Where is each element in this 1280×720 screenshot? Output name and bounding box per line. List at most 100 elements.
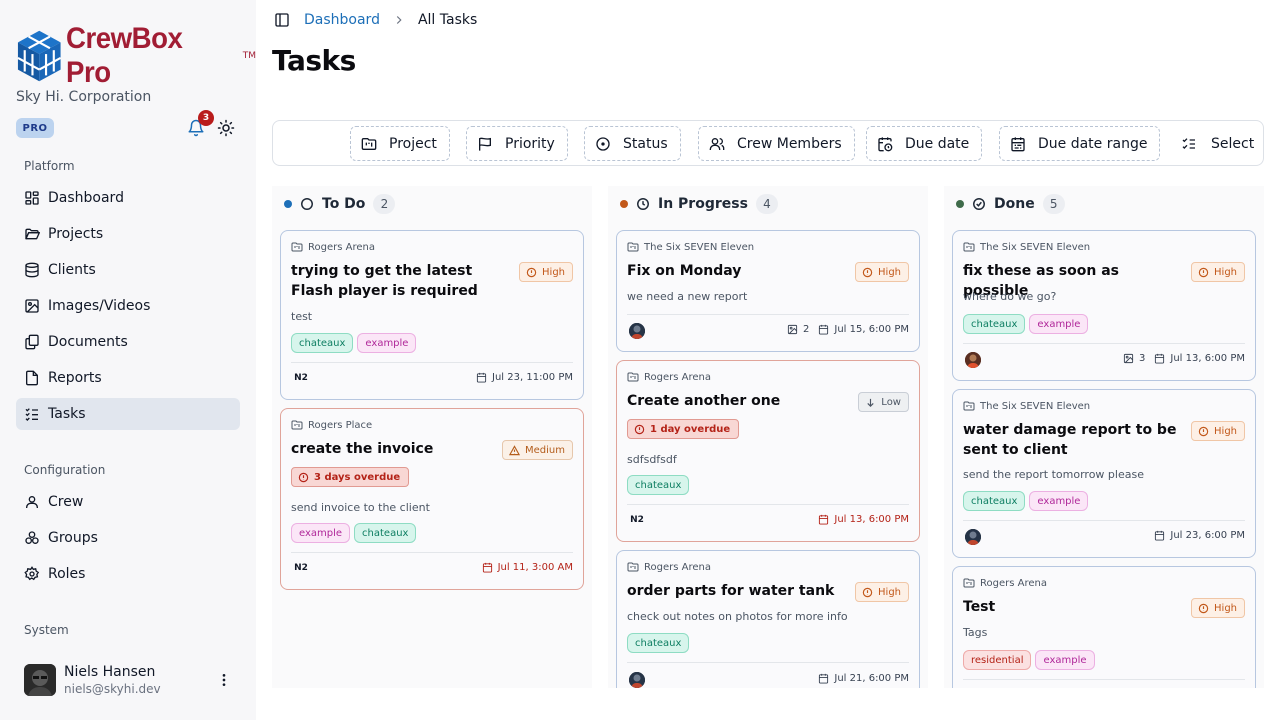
card-description: send the report tomorrow please <box>963 468 1144 481</box>
task-card[interactable]: Rogers Arena Test High Tags residential … <box>952 566 1256 688</box>
folder-kanban-icon <box>291 420 303 430</box>
task-card[interactable]: Rogers Arena Create another one Low 1 da… <box>616 360 920 542</box>
overdue-badge: 1 day overdue <box>627 419 740 439</box>
task-card[interactable]: Rogers Place create the invoice Medium 3… <box>280 408 584 590</box>
filter-project-button[interactable]: Project <box>350 126 450 161</box>
filter-status-button[interactable]: Status <box>584 126 681 161</box>
card-due: Jul 23, 6:00 PM <box>1154 530 1245 541</box>
user-icon <box>26 496 38 508</box>
user-email: niels@skyhi.dev <box>64 682 161 696</box>
calendar-icon <box>1155 353 1165 364</box>
select-toggle-button[interactable]: Select <box>1181 126 1254 161</box>
card-project: The Six SEVEN Eleven <box>627 241 754 253</box>
column-done: Done 5 The Six SEVEN Eleven fix these as… <box>944 186 1264 688</box>
user-profile[interactable]: Niels Hansen niels@skyhi.dev <box>24 664 161 696</box>
column-count: 2 <box>373 194 396 214</box>
priority-badge: High <box>855 582 909 602</box>
card-project: The Six SEVEN Eleven <box>963 400 1090 412</box>
tag-chateaux: chateaux <box>291 333 354 353</box>
card-title: Create another one <box>627 393 781 409</box>
filter-due-range-button[interactable]: Due date range <box>999 126 1161 161</box>
card-tags: example chateaux <box>291 523 420 543</box>
filter-label: Priority <box>505 135 555 152</box>
sidebar-item-documents[interactable]: Documents <box>16 326 240 358</box>
tag-chateaux: chateaux <box>627 633 690 653</box>
sidebar-item-roles[interactable]: Roles <box>16 558 240 590</box>
select-label: Select <box>1211 135 1255 152</box>
card-due: Jul 11, 3:00 AM <box>482 562 573 573</box>
due-date: Jul 13, 6:00 PM <box>834 514 909 525</box>
sidebar-item-dashboard[interactable]: Dashboard <box>16 182 240 214</box>
breadcrumb-dashboard-link[interactable]: Dashboard <box>304 12 380 28</box>
folder-kanban-icon <box>963 578 975 588</box>
card-project: Rogers Arena <box>627 371 711 383</box>
priority-label: High <box>1214 266 1237 278</box>
sidebar-item-label: Crew <box>48 494 84 510</box>
sidebar-item-crew[interactable]: Crew <box>16 486 240 518</box>
breadcrumb: Dashboard All Tasks <box>274 12 477 28</box>
priority-label: High <box>1214 602 1237 614</box>
due-date: Jul 23, 11:00 PM <box>492 372 573 383</box>
assignee-initials: N2 <box>294 373 308 383</box>
sidebar-item-clients[interactable]: Clients <box>16 254 240 286</box>
alert-circle-icon <box>1198 267 1209 277</box>
column-header: Done 5 <box>956 194 1065 214</box>
dashboard-icon <box>25 191 39 205</box>
card-project: The Six SEVEN Eleven <box>963 241 1090 253</box>
sidebar-item-groups[interactable]: Groups <box>16 522 240 554</box>
sidebar-item-images-videos[interactable]: Images/Videos <box>16 290 240 322</box>
priority-badge: Medium <box>502 440 573 460</box>
filter-bar: Project Priority Status Crew Members Due… <box>272 120 1264 166</box>
tag-example: example <box>1029 314 1089 334</box>
card-description: test <box>291 310 313 323</box>
card-description: we need a new report <box>627 290 748 303</box>
filter-priority-button[interactable]: Priority <box>466 126 568 161</box>
gear-icon <box>24 566 40 581</box>
assignee-initials: N2 <box>630 515 644 525</box>
task-card[interactable]: The Six SEVEN Eleven Fix on Monday High … <box>616 230 920 352</box>
sidebar-item-tasks[interactable]: Tasks <box>16 398 240 430</box>
arrow-down-icon <box>867 398 874 407</box>
sidebar-item-projects[interactable]: Projects <box>16 218 240 250</box>
due-date: Jul 21, 6:00 PM <box>834 673 909 684</box>
sidebar-item-label: Images/Videos <box>48 298 151 314</box>
card-description: check out notes on photos for more info <box>627 610 848 623</box>
card-divider <box>963 520 1245 521</box>
more-vertical-icon[interactable] <box>216 672 232 688</box>
filter-crew-button[interactable]: Crew Members <box>698 126 855 161</box>
folder-kanban-icon <box>291 242 303 252</box>
card-project: Rogers Arena <box>627 561 711 573</box>
alert-circle-icon <box>526 267 537 277</box>
assignee-initials: N2 <box>294 563 308 573</box>
users-icon <box>709 137 725 150</box>
task-card[interactable]: Rogers Arena order parts for water tank … <box>616 550 920 688</box>
column-title: To Do <box>322 196 366 212</box>
card-divider <box>627 662 909 663</box>
task-card[interactable]: Rogers Arena trying to get the latest Fl… <box>280 230 584 400</box>
theme-toggle-sun-icon[interactable] <box>217 119 235 137</box>
task-card[interactable]: The Six SEVEN Eleven water damage report… <box>952 389 1256 558</box>
folder-icon <box>25 228 40 240</box>
tag-chateaux: chateaux <box>354 523 417 543</box>
card-title: water damage report to be sent to client <box>963 422 1177 458</box>
card-tags: chateaux <box>627 475 693 495</box>
task-card[interactable]: The Six SEVEN Eleven fix these as soon a… <box>952 230 1256 381</box>
column-title: Done <box>994 196 1035 212</box>
project-name: Rogers Arena <box>308 241 375 253</box>
card-divider <box>291 362 573 363</box>
cube-logo-icon <box>17 30 62 82</box>
assignee-avatar <box>629 323 645 339</box>
sidebar-item-reports[interactable]: Reports <box>16 362 240 394</box>
filter-due-date-button[interactable]: Due date <box>866 126 983 161</box>
tag-chateaux: chateaux <box>627 475 690 495</box>
column-count: 4 <box>755 194 778 214</box>
card-meta: 3 Jul 13, 6:00 PM <box>1123 353 1245 364</box>
calendar-range-icon <box>1011 136 1025 151</box>
sidebar-toggle-icon[interactable] <box>274 12 290 28</box>
folder-kanban-icon <box>361 137 377 150</box>
folder-kanban-icon <box>963 401 975 411</box>
priority-label: Low <box>881 396 901 408</box>
brand-logo[interactable]: CrewBox Pro TM <box>16 22 256 90</box>
filter-label: Project <box>389 135 437 152</box>
circle-icon <box>301 198 313 210</box>
